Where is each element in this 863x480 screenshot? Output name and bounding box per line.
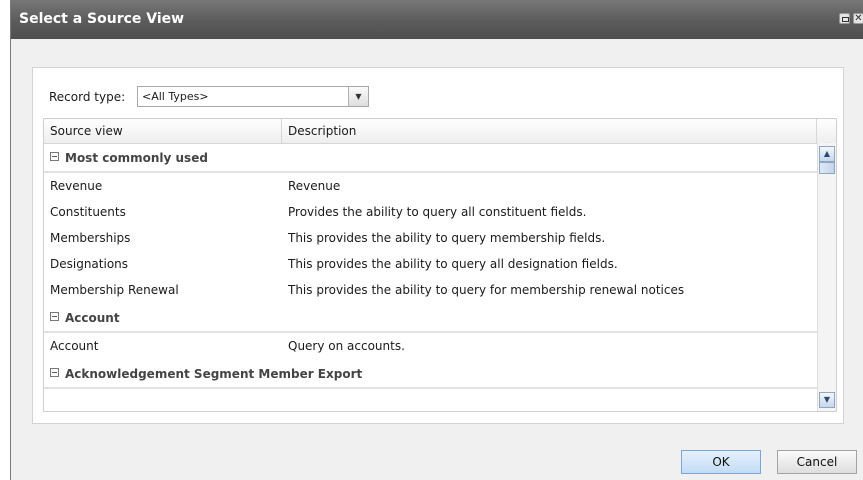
source-view-cell: Revenue (50, 179, 103, 193)
collapse-icon[interactable] (50, 152, 59, 161)
group-label: Acknowledgement Segment Member Export (65, 367, 363, 381)
group-label: Most commonly used (65, 151, 208, 165)
scroll-down-icon[interactable]: ▼ (819, 392, 835, 408)
group-header-most-commonly-used[interactable]: Most commonly used (44, 143, 817, 173)
group-header-acknowledgement-segment-member-export[interactable]: Acknowledgement Segment Member Export (44, 359, 817, 389)
description-cell: This provides the ability to query membe… (288, 231, 606, 245)
column-header-description[interactable]: Description (282, 119, 817, 143)
table-row[interactable]: Revenue Revenue (44, 173, 817, 199)
table-row[interactable]: Account Query on accounts. (44, 333, 817, 359)
source-view-cell: Membership Renewal (50, 283, 179, 297)
source-view-cell: Account (50, 339, 99, 353)
column-header-spacer (817, 119, 836, 143)
record-type-dropdown[interactable]: <All Types> ▼ (137, 86, 369, 107)
chevron-down-icon[interactable]: ▼ (348, 87, 368, 106)
dialog-title: Select a Source View (19, 11, 185, 27)
collapse-icon[interactable] (50, 312, 59, 321)
content-panel: Record type: <All Types> ▼ Source view D… (32, 67, 844, 424)
group-label: Account (65, 311, 120, 325)
ok-button[interactable]: OK (681, 450, 761, 474)
table-row[interactable]: Constituents Provides the ability to que… (44, 199, 817, 225)
restore-icon[interactable] (839, 13, 850, 24)
source-view-cell: Constituents (50, 205, 126, 219)
collapse-icon[interactable] (50, 368, 59, 377)
table-row[interactable]: Memberships This provides the ability to… (44, 225, 817, 251)
source-view-cell: Designations (50, 257, 129, 271)
scrollbar-thumb[interactable] (819, 162, 835, 174)
cancel-button[interactable]: Cancel (777, 450, 857, 474)
record-type-value: <All Types> (142, 90, 209, 103)
scroll-up-icon[interactable]: ▲ (819, 146, 835, 162)
source-view-dialog: Select a Source View ✕ Record type: <All… (10, 0, 863, 480)
dialog-titlebar: Select a Source View ✕ (11, 0, 863, 39)
grid-rows: Most commonly used Revenue Revenue Const… (44, 143, 817, 411)
column-header-source-view[interactable]: Source view (44, 119, 282, 143)
description-cell: Provides the ability to query all consti… (288, 205, 587, 219)
vertical-scrollbar[interactable]: ▲ ▼ (817, 143, 836, 411)
source-view-grid: Source view Description Most commonly us… (43, 118, 837, 412)
record-type-label: Record type: (49, 90, 126, 104)
grid-header: Source view Description (44, 119, 836, 144)
description-cell: This provides the ability to query all d… (288, 257, 618, 271)
table-row[interactable]: Membership Renewal This provides the abi… (44, 277, 817, 303)
group-header-account[interactable]: Account (44, 303, 817, 333)
close-icon[interactable]: ✕ (853, 13, 863, 24)
description-cell: Query on accounts. (288, 339, 405, 353)
description-cell: This provides the ability to query for m… (288, 283, 685, 297)
description-cell: Revenue (288, 179, 341, 193)
table-row[interactable]: Designations This provides the ability t… (44, 251, 817, 277)
source-view-cell: Memberships (50, 231, 131, 245)
